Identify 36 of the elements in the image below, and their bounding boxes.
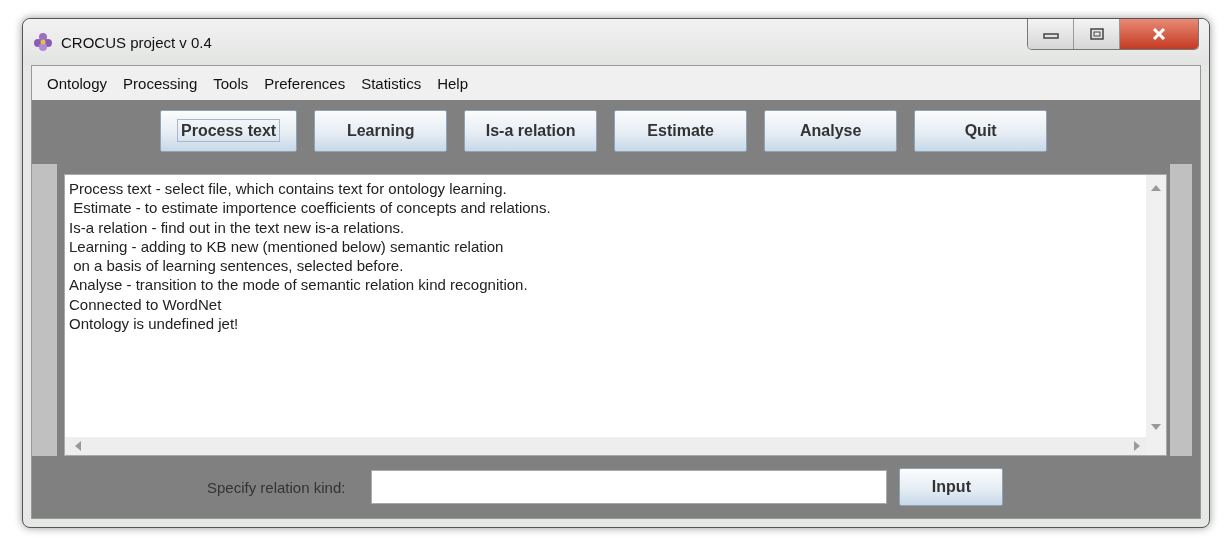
maximize-button[interactable] [1074,19,1120,49]
menu-item[interactable]: Statistics [356,74,433,92]
close-button[interactable] [1120,19,1198,49]
left-arrow-icon[interactable] [75,441,81,451]
toolbar-button[interactable]: Process text [160,109,298,152]
log-line: Connected to WordNet [69,294,223,315]
toolbar-button[interactable]: Is-a relation [464,109,598,152]
menu-item[interactable]: Help [432,74,480,92]
menu-item[interactable]: Preferences [259,74,357,92]
log-line: Is-a relation - find out in the text new is-a relations. [69,217,406,237]
close-icon[interactable] [1152,28,1166,40]
flower-icon [33,32,53,52]
menu-item[interactable]: Ontology [42,74,119,92]
toolbar-button[interactable]: Estimate [614,109,748,152]
down-arrow-icon[interactable] [1151,424,1161,430]
minimize-button[interactable] [1028,19,1074,49]
menu-item[interactable]: Processing [118,74,209,92]
horizontal-scrollbar[interactable] [65,437,1146,455]
log-line: Estimate - to estimate importence coefficients of concepts and relations. [72,198,552,218]
log-line: Analyse - transition to the mode of semantic relation kind recognition. [69,275,529,295]
toolbar-button[interactable]: Learning [314,109,448,152]
vertical-scrollbar[interactable] [1146,175,1166,455]
toolbar-button[interactable]: Quit [914,109,1048,152]
log-line: Process text - select file, which contains text for ontology learning. [69,179,508,199]
right-arrow-icon[interactable] [1134,441,1140,451]
input-button[interactable]: Input [899,468,1004,506]
log-line: on a basis of learning sentences, selected before. [72,256,405,276]
maximize-icon[interactable] [1089,28,1104,40]
field-label: Specify relation kind: [207,478,346,496]
toolbar-button[interactable]: Analyse [764,109,898,152]
menu-item[interactable]: Tools [208,74,260,92]
log-line: Learning - adding to KB new (mentioned below) semantic relation [69,236,505,257]
relation-kind-field[interactable] [371,470,888,504]
log-line: Ontology is undefined jet! [69,314,240,334]
window-title: CROCUS project v 0.4 [61,33,213,51]
up-arrow-icon[interactable] [1151,185,1161,191]
